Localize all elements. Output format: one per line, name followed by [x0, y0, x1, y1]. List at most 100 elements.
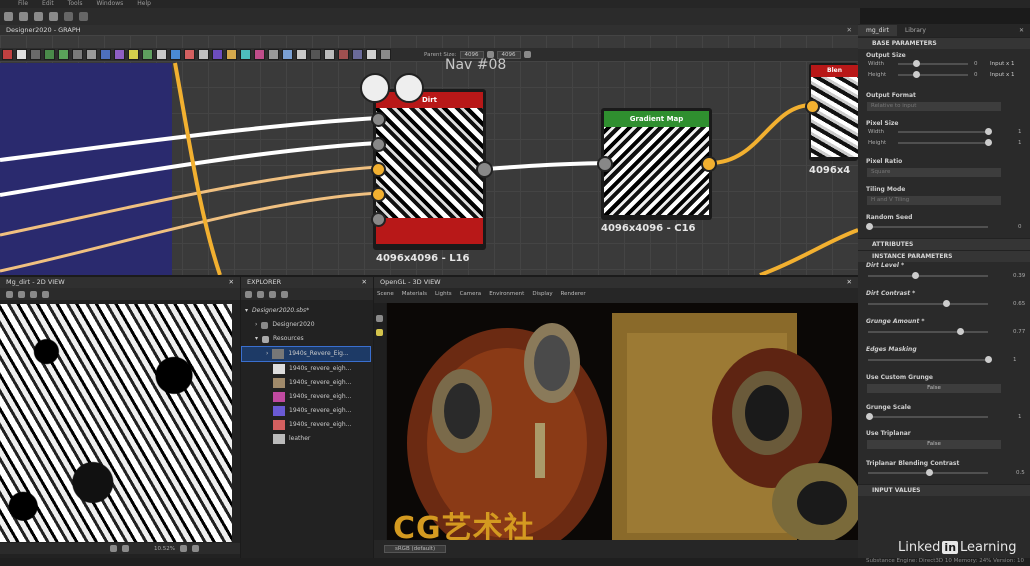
input-socket[interactable] — [371, 162, 386, 177]
param-slider[interactable] — [868, 303, 988, 305]
redo-icon[interactable] — [79, 12, 88, 21]
param-value[interactable]: 0.77 — [1013, 329, 1025, 335]
pixel-height-slider[interactable] — [898, 142, 988, 144]
section-base-parameters[interactable]: BASE PARAMETERS — [858, 37, 1030, 49]
param-slider[interactable] — [868, 359, 988, 361]
input-socket[interactable] — [597, 156, 613, 172]
light-icon[interactable] — [376, 329, 383, 336]
document-icon[interactable] — [360, 73, 390, 103]
undo-icon[interactable] — [64, 12, 73, 21]
width-value[interactable]: 0 — [974, 61, 978, 67]
menu-tools[interactable]: Tools — [68, 0, 83, 8]
save-icon[interactable] — [6, 290, 13, 298]
random-seed-value[interactable]: 0 — [1018, 224, 1022, 230]
pixel-width-value[interactable]: 1 — [1018, 129, 1022, 135]
channel-icon[interactable] — [30, 290, 37, 298]
dirt-node[interactable]: Dirt — [373, 89, 486, 250]
random-seed-slider[interactable] — [868, 226, 988, 228]
tab-library[interactable]: Library — [897, 25, 934, 36]
param-value[interactable]: 0.65 — [1013, 301, 1025, 307]
output-socket[interactable] — [701, 156, 717, 172]
height-slider[interactable] — [898, 74, 968, 76]
tree-item[interactable]: 1940s_revere_eigh... — [241, 376, 373, 390]
colorspace-dropdown[interactable]: sRGB (default) — [384, 545, 447, 553]
slider-knob[interactable] — [926, 469, 933, 476]
menu-edit[interactable]: Edit — [42, 0, 54, 8]
menu-lights[interactable]: Lights — [435, 288, 452, 300]
close-icon[interactable]: ✕ — [362, 277, 367, 288]
tree-item[interactable]: leather — [241, 432, 373, 446]
input-socket[interactable] — [371, 212, 386, 227]
graph-canvas[interactable]: Parent Size: 4096 4096 Nav #08 Dirt 4096… — [0, 35, 858, 275]
slider-knob[interactable] — [985, 356, 992, 363]
slider-knob[interactable] — [943, 300, 950, 307]
height-value[interactable]: 0 — [974, 72, 978, 78]
tree-item[interactable]: 1940s_revere_eigh... — [241, 404, 373, 418]
save-icon[interactable] — [49, 12, 58, 21]
slider-knob[interactable] — [985, 128, 992, 135]
menu-windows[interactable]: Windows — [96, 0, 123, 8]
section-instance-parameters[interactable]: INSTANCE PARAMETERS — [858, 250, 1030, 262]
slider-knob[interactable] — [985, 139, 992, 146]
lock-icon[interactable] — [179, 545, 187, 552]
package-icon[interactable] — [19, 12, 28, 21]
tree-item[interactable]: › Designer2020 — [241, 318, 373, 332]
input-socket[interactable] — [371, 187, 386, 202]
folder-icon[interactable] — [269, 290, 276, 298]
menu-help[interactable]: Help — [137, 0, 151, 8]
grid-icon[interactable] — [110, 545, 117, 552]
output-socket[interactable] — [476, 161, 493, 178]
save-icon[interactable] — [281, 290, 288, 298]
zoom-level[interactable]: 10.52% — [154, 546, 175, 552]
input-socket[interactable] — [371, 112, 386, 127]
section-attributes[interactable]: ATTRIBUTES — [858, 238, 1030, 250]
histogram-icon[interactable] — [42, 290, 49, 298]
open-folder-icon[interactable] — [34, 12, 43, 21]
tab-mg-dirt[interactable]: mg_dirt — [858, 25, 897, 36]
camera-icon[interactable] — [376, 315, 383, 322]
gradient-map-node[interactable]: Gradient Map — [601, 108, 712, 220]
new-icon[interactable] — [245, 290, 252, 298]
use-custom-grunge-toggle[interactable]: False — [866, 383, 1002, 394]
menu-materials[interactable]: Materials — [402, 288, 427, 300]
pixel-height-value[interactable]: 1 — [1018, 140, 1022, 146]
close-icon[interactable]: ✕ — [1019, 27, 1024, 34]
close-icon[interactable]: ✕ — [229, 277, 234, 288]
param-slider[interactable] — [868, 331, 988, 333]
input-socket[interactable] — [371, 137, 386, 152]
menu-camera[interactable]: Camera — [460, 288, 482, 300]
param-slider[interactable] — [868, 275, 988, 277]
param-value[interactable]: 1 — [1013, 357, 1017, 363]
pixel-width-slider[interactable] — [898, 131, 988, 133]
tree-item[interactable]: 1940s_revere_eigh... — [241, 418, 373, 432]
tree-item-selected[interactable]: › 1940s_Revere_Eig... — [241, 346, 371, 362]
slider-knob[interactable] — [866, 223, 873, 230]
slider-knob[interactable] — [957, 328, 965, 335]
menu-scene[interactable]: Scene — [377, 288, 394, 300]
tile-icon[interactable] — [122, 545, 129, 552]
width-slider[interactable] — [898, 63, 968, 65]
settings-icon[interactable] — [18, 290, 25, 298]
menu-environment[interactable]: Environment — [489, 288, 524, 300]
slider-knob[interactable] — [866, 413, 873, 420]
view2d-texture[interactable] — [0, 304, 232, 542]
grunge-scale-slider[interactable] — [868, 416, 988, 418]
menu-renderer[interactable]: Renderer — [561, 288, 586, 300]
checker-icon[interactable] — [394, 73, 424, 103]
width-mode[interactable]: Input x 1 — [990, 61, 1015, 67]
tree-item[interactable]: ▾ Designer2020.sbs* — [241, 304, 373, 318]
pixel-ratio-select[interactable]: Square — [866, 167, 1002, 178]
input-socket[interactable] — [805, 99, 820, 114]
menu-display[interactable]: Display — [532, 288, 552, 300]
info-icon[interactable] — [191, 545, 199, 552]
slider-knob[interactable] — [913, 71, 920, 78]
section-input-values[interactable]: INPUT VALUES — [858, 484, 1030, 496]
tiling-mode-select[interactable]: H and V Tiling — [866, 195, 1002, 206]
tree-item[interactable]: ▾ Resources — [241, 332, 373, 346]
slider-knob[interactable] — [911, 272, 919, 279]
menu-file[interactable]: File — [18, 0, 28, 8]
tree-item[interactable]: 1940s_revere_eigh... — [241, 362, 373, 376]
use-triplanar-toggle[interactable]: False — [866, 439, 1002, 450]
grunge-scale-value[interactable]: 1 — [1018, 414, 1022, 420]
param-value[interactable]: 0.39 — [1013, 273, 1025, 279]
